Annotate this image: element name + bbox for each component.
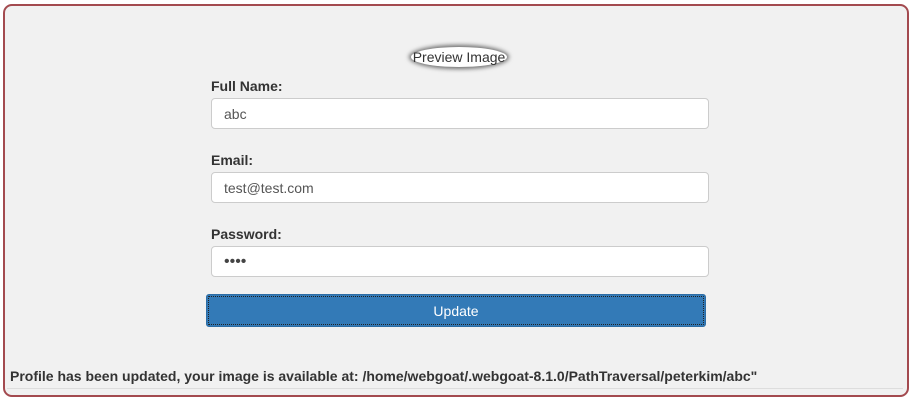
email-label: Email: [211,152,254,168]
status-message: Profile has been updated, your image is … [10,368,758,384]
full-name-field[interactable] [211,98,709,129]
preview-image-label: Preview Image [412,49,506,65]
password-field[interactable] [211,246,709,277]
divider [7,388,903,389]
email-field[interactable] [211,172,709,203]
full-name-label: Full Name: [211,78,283,94]
update-button[interactable]: Update [206,294,706,327]
password-label: Password: [211,226,282,242]
profile-panel: Preview Image Full Name: Email: Password… [3,4,909,397]
preview-image[interactable]: Preview Image [411,47,507,67]
